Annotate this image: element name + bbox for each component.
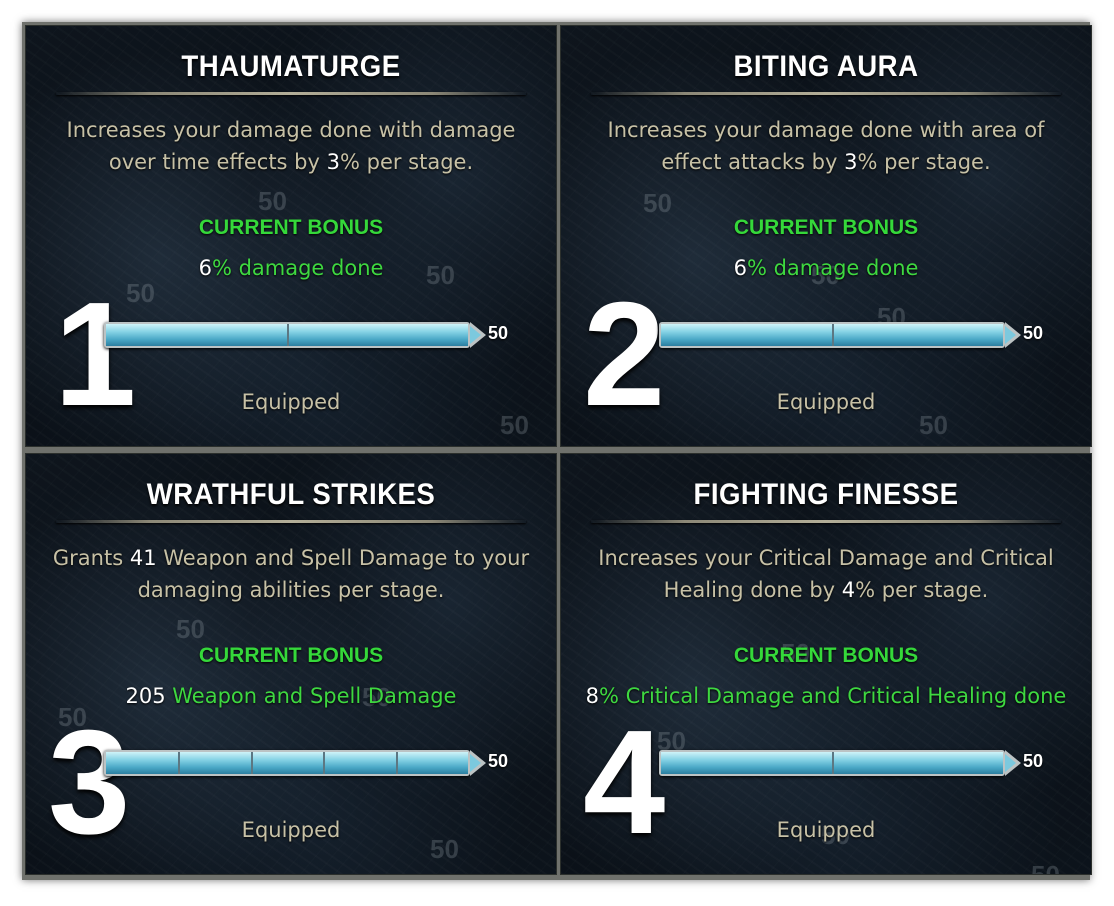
star-panel-thaumaturge[interactable]: 50 50 50 50 THAUMATURGE Increases your d… bbox=[25, 25, 557, 447]
equipped-status: Equipped bbox=[776, 818, 876, 842]
current-bonus-label: CURRENT BONUS bbox=[198, 216, 384, 239]
description-text: Weapon and Spell Damage to your damaging… bbox=[137, 546, 530, 602]
progress-bar-tip bbox=[470, 322, 486, 348]
current-bonus-label: CURRENT BONUS bbox=[733, 216, 919, 239]
description-text: % per stage. bbox=[339, 150, 474, 174]
description-text: % per stage. bbox=[857, 150, 991, 174]
max-rank-label: 50 bbox=[1023, 323, 1044, 343]
background-rank-label: 50 bbox=[176, 614, 205, 644]
stage-divider bbox=[250, 752, 253, 774]
champion-star-grid: 50 50 50 50 THAUMATURGE Increases your d… bbox=[22, 22, 1092, 880]
star-title: WRATHFUL STRIKES bbox=[146, 478, 436, 511]
star-description: Grants 41 Weapon and Spell Damage to you… bbox=[46, 542, 536, 606]
current-bonus-label: CURRENT BONUS bbox=[198, 644, 384, 667]
stage-divider bbox=[287, 324, 289, 346]
bonus-number: 205 bbox=[125, 684, 166, 708]
stage-divider bbox=[832, 324, 834, 346]
star-progress-bar bbox=[104, 322, 486, 348]
title-divider bbox=[591, 520, 1061, 523]
equipped-status: Equipped bbox=[241, 390, 341, 414]
star-progress-bar bbox=[104, 750, 486, 776]
equipped-status: Equipped bbox=[776, 390, 876, 414]
bonus-text: % damage done bbox=[211, 256, 384, 280]
star-panel-wrathful-strikes[interactable]: 50 50 50 50 WRATHFUL STRIKES Grants 41 W… bbox=[25, 453, 557, 875]
star-progress-bar bbox=[659, 750, 1021, 776]
background-rank-label: 50 bbox=[258, 186, 287, 216]
background-rank-label: 50 bbox=[643, 188, 672, 218]
progress-fill bbox=[106, 752, 468, 774]
progress-bar-tip bbox=[1005, 322, 1021, 348]
background-rank-label: 50 bbox=[919, 410, 948, 440]
stage-divider bbox=[395, 752, 398, 774]
star-title: THAUMATURGE bbox=[181, 50, 401, 83]
star-panel-fighting-finesse[interactable]: 50 50 50 50 FIGHTING FINESSE Increases y… bbox=[560, 453, 1092, 875]
bonus-number: 6 bbox=[198, 256, 212, 280]
stage-divider bbox=[832, 752, 834, 774]
star-description: Increases your damage done with area of … bbox=[581, 114, 1071, 178]
per-stage-value: 41 bbox=[129, 546, 157, 570]
per-stage-value: 3 bbox=[326, 150, 340, 174]
star-description: Increases your Critical Damage and Criti… bbox=[581, 542, 1071, 606]
stage-divider bbox=[323, 752, 326, 774]
background-rank-label: 50 bbox=[500, 410, 529, 440]
bonus-text: Weapon and Spell Damage bbox=[165, 684, 457, 708]
bonus-text: % damage done bbox=[746, 256, 919, 280]
current-bonus-label: CURRENT BONUS bbox=[733, 644, 919, 667]
description-text: Grants bbox=[52, 546, 130, 570]
progress-bar-tip bbox=[1005, 750, 1021, 776]
progress-bar-tip bbox=[470, 750, 486, 776]
stage-divider bbox=[178, 752, 181, 774]
bonus-number: 6 bbox=[733, 256, 747, 280]
per-stage-value: 4 bbox=[841, 578, 856, 602]
star-title: FIGHTING FINESSE bbox=[693, 478, 959, 511]
title-divider bbox=[56, 92, 526, 95]
star-title: BITING AURA bbox=[733, 50, 919, 83]
per-stage-value: 3 bbox=[844, 150, 858, 174]
max-rank-label: 50 bbox=[488, 751, 509, 771]
max-rank-label: 50 bbox=[488, 323, 509, 343]
bonus-text: % Critical Damage and Critical Healing d… bbox=[599, 684, 1067, 708]
description-text: % per stage. bbox=[855, 578, 989, 602]
equipped-status: Equipped bbox=[241, 818, 341, 842]
title-divider bbox=[591, 92, 1061, 95]
max-rank-label: 50 bbox=[1023, 751, 1044, 771]
star-panel-biting-aura[interactable]: 50 50 50 50 BITING AURA Increases your d… bbox=[560, 25, 1092, 447]
star-description: Increases your damage done with damage o… bbox=[46, 114, 536, 178]
background-rank-label: 50 bbox=[1031, 860, 1060, 875]
star-progress-bar bbox=[659, 322, 1021, 348]
title-divider bbox=[56, 520, 526, 523]
